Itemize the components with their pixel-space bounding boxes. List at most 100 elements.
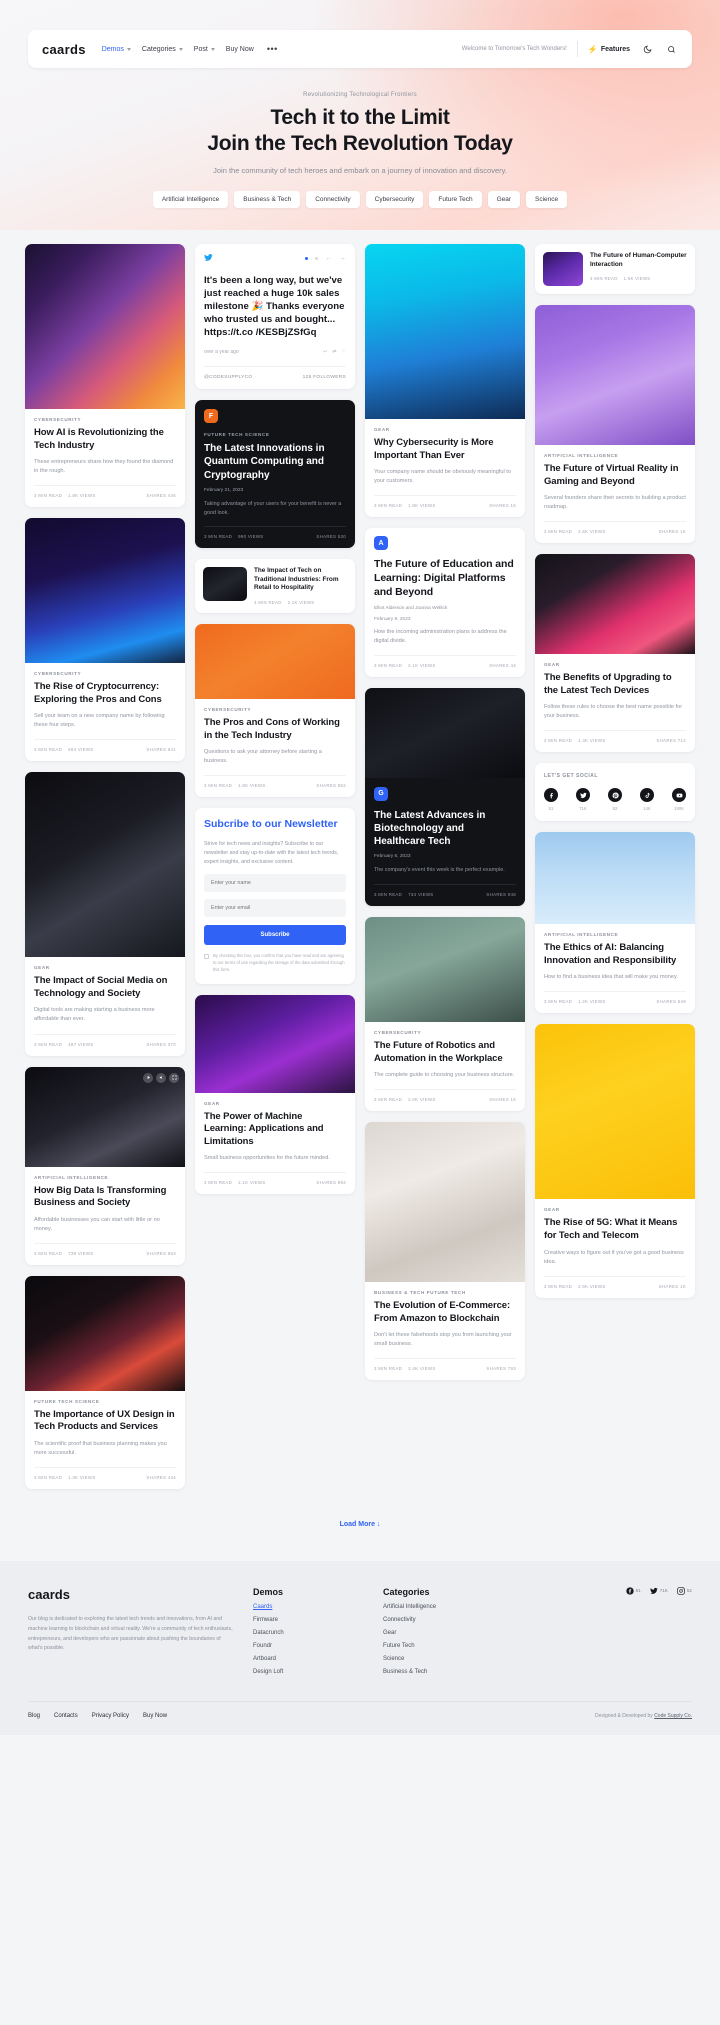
arrow-right-icon[interactable]: → [339, 255, 346, 262]
card-tweet-embed[interactable]: ← → It's been a long way, but we've just… [195, 244, 355, 390]
card-upgrading-devices[interactable]: GEAR The Benefits of Upgrading to the La… [535, 554, 695, 753]
footer-link-business-tech[interactable]: Business & Tech [383, 1669, 493, 1675]
card-title[interactable]: The Future of Human-Computer Interaction [590, 252, 687, 269]
newsletter-subscribe-button[interactable]: Subscribe [204, 924, 346, 945]
nav-item-categories[interactable]: Categories [142, 46, 183, 53]
card-title[interactable]: The Latest Advances in Biotechnology and… [374, 809, 516, 849]
newsletter-consent-row[interactable]: By checking this box, you confirm that y… [204, 953, 346, 974]
card-title[interactable]: The Latest Innovations in Quantum Comput… [204, 442, 346, 482]
card-category[interactable]: GEAR [34, 965, 176, 970]
author-name-1[interactable]: Elliot Alderson [374, 606, 404, 611]
footer-logo[interactable]: caards [28, 1587, 233, 1602]
card-title[interactable]: The Evolution of E-Commerce: From Amazon… [374, 1300, 516, 1325]
footer-link-firmware[interactable]: Firmware [253, 1617, 363, 1623]
card-title[interactable]: The Impact of Tech on Traditional Indust… [254, 567, 347, 593]
footer-link-science[interactable]: Science [383, 1656, 493, 1662]
pill-cybersecurity[interactable]: Cybersecurity [365, 191, 424, 209]
tweet-actions[interactable]: ↩ ⇄ ♡ [323, 349, 346, 355]
card-title[interactable]: The Future of Robotics and Automation in… [374, 1040, 516, 1065]
footer-link-blog[interactable]: Blog [28, 1713, 40, 1719]
social-tiktok[interactable]: 14K [640, 788, 654, 811]
footer-social-twitter[interactable]: 71K [650, 1587, 668, 1595]
card-retail-hospitality[interactable]: The Impact of Tech on Traditional Indust… [195, 559, 355, 614]
footer-link-future-tech[interactable]: Future Tech [383, 1643, 493, 1649]
pill-science[interactable]: Science [526, 191, 568, 209]
card-category[interactable]: CYBERSECURITY [34, 671, 176, 676]
card-title[interactable]: The Power of Machine Learning: Applicati… [204, 1111, 346, 1149]
card-category[interactable]: FUTURE TECH SCIENCE [34, 1399, 176, 1404]
card-category[interactable]: ARTIFICIAL INTELLIGENCE [544, 932, 686, 937]
pill-business-tech[interactable]: Business & Tech [234, 191, 301, 209]
pill-future-tech[interactable]: Future Tech [429, 191, 482, 209]
volume-icon[interactable] [156, 1072, 166, 1083]
card-human-computer-interaction[interactable]: The Future of Human-Computer Interaction… [535, 244, 695, 295]
video-controls[interactable] [143, 1072, 179, 1083]
consent-checkbox[interactable] [204, 953, 209, 959]
tweet-pagination[interactable]: ← → [305, 255, 346, 262]
nav-features-button[interactable]: ⚡ Features [588, 45, 630, 54]
retweet-icon[interactable]: ⇄ [332, 349, 336, 355]
pill-artificial-intelligence[interactable]: Artificial Intelligence [152, 191, 229, 209]
pinterest-icon[interactable] [608, 788, 622, 803]
card-ai-revolution[interactable]: CYBERSECURITY How AI is Revolutionizing … [25, 244, 185, 508]
social-facebook[interactable]: 51 [544, 788, 558, 811]
footer-link-artboard[interactable]: Artboard [253, 1656, 363, 1662]
card-title[interactable]: Why Cybersecurity is More Important Than… [374, 437, 516, 462]
search-icon[interactable] [664, 42, 678, 56]
card-title[interactable]: The Rise of 5G: What it Means for Tech a… [544, 1217, 686, 1242]
author-name-2[interactable]: Joanna Wellick [415, 606, 447, 611]
card-category[interactable]: CYBERSECURITY [204, 707, 346, 712]
like-icon[interactable]: ♡ [342, 349, 346, 355]
card-title[interactable]: The Pros and Cons of Working in the Tech… [204, 717, 346, 742]
newsletter-name-input[interactable] [204, 873, 346, 892]
card-ecommerce[interactable]: BUSINESS & TECH FUTURE TECH The Evolutio… [365, 1122, 525, 1381]
pill-gear[interactable]: Gear [487, 191, 521, 209]
footer-link-contacts[interactable]: Contacts [54, 1713, 78, 1719]
footer-link-caards[interactable]: Caards [253, 1604, 363, 1610]
nav-item-buy-now[interactable]: Buy Now [226, 46, 254, 53]
reply-icon[interactable]: ↩ [323, 349, 327, 355]
card-biotech[interactable]: G The Latest Advances in Biotechnology a… [365, 687, 525, 907]
card-quantum-computing[interactable]: F FUTURE TECH SCIENCE The Latest Innovat… [195, 400, 355, 549]
card-vr-gaming[interactable]: ARTIFICIAL INTELLIGENCE The Future of Vi… [535, 305, 695, 544]
card-category[interactable]: GEAR [544, 662, 686, 667]
card-rise-of-5g[interactable]: GEAR The Rise of 5G: What it Means for T… [535, 1024, 695, 1298]
footer-link-datacrunch[interactable]: Datacrunch [253, 1630, 363, 1636]
footer-link-foundr[interactable]: Foundr [253, 1643, 363, 1649]
play-icon[interactable] [143, 1072, 153, 1083]
card-category[interactable]: ARTIFICIAL INTELLIGENCE [34, 1175, 176, 1180]
footer-link-privacy-policy[interactable]: Privacy Policy [92, 1713, 129, 1719]
card-category[interactable]: GEAR [544, 1207, 686, 1212]
load-more-button[interactable]: Load More ↓ [340, 1521, 381, 1528]
card-robotics[interactable]: CYBERSECURITY The Future of Robotics and… [365, 917, 525, 1112]
dot-icon[interactable] [315, 257, 318, 261]
card-title[interactable]: The Future of Education and Learning: Di… [374, 558, 516, 600]
card-big-data[interactable]: ARTIFICIAL INTELLIGENCE How Big Data Is … [25, 1066, 185, 1265]
nav-more-icon[interactable]: ••• [267, 44, 278, 54]
card-category[interactable]: GEAR [204, 1101, 346, 1106]
twitter-icon[interactable] [576, 788, 590, 803]
card-pros-cons[interactable]: CYBERSECURITY The Pros and Cons of Worki… [195, 624, 355, 798]
moon-icon[interactable] [640, 42, 654, 56]
card-title[interactable]: The Benefits of Upgrading to the Latest … [544, 672, 686, 697]
card-category[interactable]: CYBERSECURITY [374, 1030, 516, 1035]
card-crypto[interactable]: CYBERSECURITY The Rise of Cryptocurrency… [25, 518, 185, 762]
social-youtube[interactable]: 190K [672, 788, 686, 811]
newsletter-email-input[interactable] [204, 898, 346, 917]
arrow-left-icon[interactable]: ← [325, 255, 332, 262]
social-pinterest[interactable]: 52 [608, 788, 622, 811]
nav-item-post[interactable]: Post [194, 46, 215, 53]
card-social-media[interactable]: GEAR The Impact of Social Media on Techn… [25, 772, 185, 1056]
card-title[interactable]: How AI is Revolutionizing the Tech Indus… [34, 427, 176, 452]
tiktok-icon[interactable] [640, 788, 654, 803]
card-title[interactable]: The Impact of Social Media on Technology… [34, 975, 176, 1000]
footer-link-artificial-intelligence[interactable]: Artificial Intelligence [383, 1604, 493, 1610]
footer-social-facebook[interactable]: 51 [625, 1587, 641, 1595]
card-category[interactable]: ARTIFICIAL INTELLIGENCE [544, 453, 686, 458]
card-category[interactable]: CYBERSECURITY [34, 417, 176, 422]
card-ux-design[interactable]: FUTURE TECH SCIENCE The Importance of UX… [25, 1275, 185, 1489]
footer-link-gear[interactable]: Gear [383, 1630, 493, 1636]
nav-item-demos[interactable]: Demos [102, 46, 131, 53]
card-ethics-of-ai[interactable]: ARTIFICIAL INTELLIGENCE The Ethics of AI… [535, 832, 695, 1014]
card-category[interactable]: FUTURE TECH SCIENCE [204, 432, 346, 437]
